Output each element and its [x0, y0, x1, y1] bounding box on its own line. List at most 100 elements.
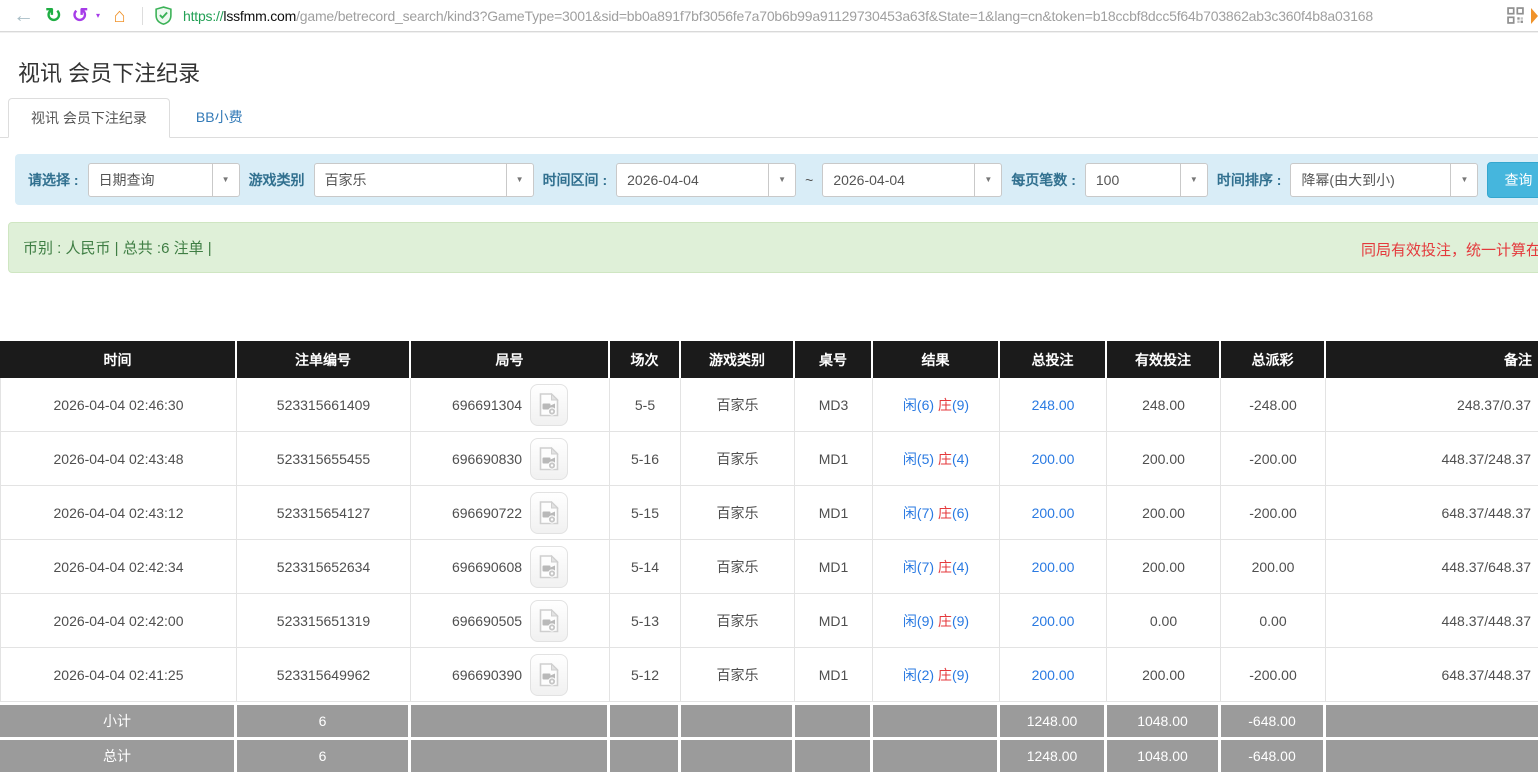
date-mode-value: 日期查询: [89, 164, 212, 196]
cell-valid-bet: 200.00: [1107, 432, 1221, 486]
tab-bet-records[interactable]: 视讯 会员下注纪录: [8, 98, 170, 138]
video-replay-button[interactable]: [530, 546, 568, 588]
total-bet-link[interactable]: 200.00: [1032, 451, 1075, 467]
summary-bar: 币别 : 人民币 | 总共 :6 注单 | 同局有效投注，统一计算在该: [8, 222, 1538, 273]
security-shield-icon[interactable]: [155, 6, 172, 25]
chevron-down-icon[interactable]: ▼: [212, 164, 239, 196]
cell-game-type: 百家乐: [681, 432, 795, 486]
footer-empty: [610, 737, 681, 772]
video-file-icon: [539, 663, 559, 687]
table-row: 2026-04-04 02:42:34523315652634696690608…: [0, 540, 1538, 594]
column-header-2: 局号: [411, 341, 610, 378]
url-scheme: https://: [183, 8, 223, 24]
footer-count: 6: [237, 702, 411, 737]
chevron-down-icon[interactable]: ▼: [768, 164, 795, 196]
sort-label: 时间排序 :: [1217, 170, 1282, 190]
table-row: 2026-04-04 02:42:00523315651319696690505…: [0, 594, 1538, 648]
cell-valid-bet: 200.00: [1107, 486, 1221, 540]
cell-time: 2026-04-04 02:41:25: [0, 648, 237, 702]
result-banker: 庄: [934, 613, 952, 629]
cell-result: 闲(6) 庄(9): [873, 378, 1000, 432]
chevron-down-icon[interactable]: ▼: [974, 164, 1001, 196]
chevron-down-icon[interactable]: ▼: [506, 164, 533, 196]
video-replay-button[interactable]: [530, 438, 568, 480]
video-file-icon: [539, 447, 559, 471]
table-row: 2026-04-04 02:43:12523315654127696690722…: [0, 486, 1538, 540]
qr-code-icon[interactable]: [1507, 7, 1524, 24]
date-from-select[interactable]: 2026-04-04 ▼: [616, 163, 796, 197]
total-bet-link[interactable]: 200.00: [1032, 613, 1075, 629]
total-bet-link[interactable]: 200.00: [1032, 559, 1075, 575]
cell-table-number: MD1: [795, 648, 873, 702]
video-replay-button[interactable]: [530, 492, 568, 534]
cell-payout: 0.00: [1221, 594, 1326, 648]
game-type-select[interactable]: 百家乐 ▼: [314, 163, 534, 197]
cell-table-number: MD1: [795, 594, 873, 648]
home-icon[interactable]: ⌂: [106, 2, 133, 30]
summary-right-note: 同局有效投注，统一计算在该: [1361, 239, 1538, 260]
cell-total-bet: 200.00: [1000, 486, 1107, 540]
cell-total-bet: 200.00: [1000, 648, 1107, 702]
video-replay-button[interactable]: [530, 600, 568, 642]
undo-history-icon[interactable]: ↺: [70, 2, 90, 30]
subtotal-row: 小计61248.001048.00-648.00: [0, 702, 1538, 737]
sort-order-select[interactable]: 降幂(由大到小) ▼: [1290, 163, 1478, 197]
table-row: 2026-04-04 02:43:48523315655455696690830…: [0, 432, 1538, 486]
cell-payout: -200.00: [1221, 432, 1326, 486]
video-replay-button[interactable]: [530, 654, 568, 696]
clipped-toolbar-icon: [1531, 8, 1538, 24]
cell-payout: -200.00: [1221, 648, 1326, 702]
video-replay-button[interactable]: [530, 384, 568, 426]
cell-round-number: 696690505: [411, 594, 610, 648]
footer-empty: [411, 737, 610, 772]
footer-empty: [1326, 737, 1538, 772]
date-to-value: 2026-04-04: [823, 164, 974, 196]
address-bar[interactable]: https://lssfmm.com/game/betrecord_search…: [183, 8, 1496, 24]
sort-order-value: 降幂(由大到小): [1291, 164, 1450, 196]
cell-table-number: MD1: [795, 486, 873, 540]
undo-dropdown-caret-icon[interactable]: ▾: [93, 2, 103, 30]
time-range-label: 时间区间 :: [543, 170, 608, 190]
footer-label: 小计: [0, 702, 237, 737]
search-button[interactable]: 查询: [1487, 162, 1538, 198]
cell-total-bet: 248.00: [1000, 378, 1107, 432]
cell-bet-number: 523315661409: [237, 378, 411, 432]
tab-bb-tip[interactable]: BB小费: [170, 98, 269, 137]
total-bet-link[interactable]: 200.00: [1032, 667, 1075, 683]
column-header-1: 注单编号: [237, 341, 411, 378]
date-mode-select[interactable]: 日期查询 ▼: [88, 163, 240, 197]
round-number: 696691304: [452, 397, 522, 413]
footer-empty: [411, 702, 610, 737]
table-row: 2026-04-04 02:41:25523315649962696690390…: [0, 648, 1538, 702]
round-number: 696690830: [452, 451, 522, 467]
refresh-icon[interactable]: ↻: [40, 2, 67, 30]
cell-table-number: MD1: [795, 432, 873, 486]
cell-result: 闲(9) 庄(9): [873, 594, 1000, 648]
cell-round-number: 696691304: [411, 378, 610, 432]
cell-remark: 648.37/448.37: [1326, 486, 1538, 540]
result-banker: 庄: [934, 451, 952, 467]
date-to-select[interactable]: 2026-04-04 ▼: [822, 163, 1002, 197]
game-type-label: 游戏类别: [249, 170, 305, 190]
cell-bet-number: 523315649962: [237, 648, 411, 702]
chevron-down-icon[interactable]: ▼: [1450, 164, 1477, 196]
cell-result: 闲(2) 庄(9): [873, 648, 1000, 702]
cell-round-number: 696690608: [411, 540, 610, 594]
round-number: 696690608: [452, 559, 522, 575]
cell-table-number: MD1: [795, 540, 873, 594]
total-bet-link[interactable]: 200.00: [1032, 505, 1075, 521]
cell-remark: 448.37/248.37: [1326, 432, 1538, 486]
total-bet-link[interactable]: 248.00: [1032, 397, 1075, 413]
date-from-value: 2026-04-04: [617, 164, 768, 196]
footer-empty: [795, 737, 873, 772]
video-file-icon: [539, 555, 559, 579]
chevron-down-icon[interactable]: ▼: [1180, 164, 1207, 196]
column-header-5: 桌号: [795, 341, 873, 378]
cell-round-number: 696690830: [411, 432, 610, 486]
page-size-select[interactable]: 100 ▼: [1085, 163, 1208, 197]
range-separator: ~: [805, 172, 813, 188]
cell-remark: 448.37/448.37: [1326, 594, 1538, 648]
footer-empty: [795, 702, 873, 737]
back-icon[interactable]: ←: [10, 2, 37, 30]
cell-payout: -248.00: [1221, 378, 1326, 432]
